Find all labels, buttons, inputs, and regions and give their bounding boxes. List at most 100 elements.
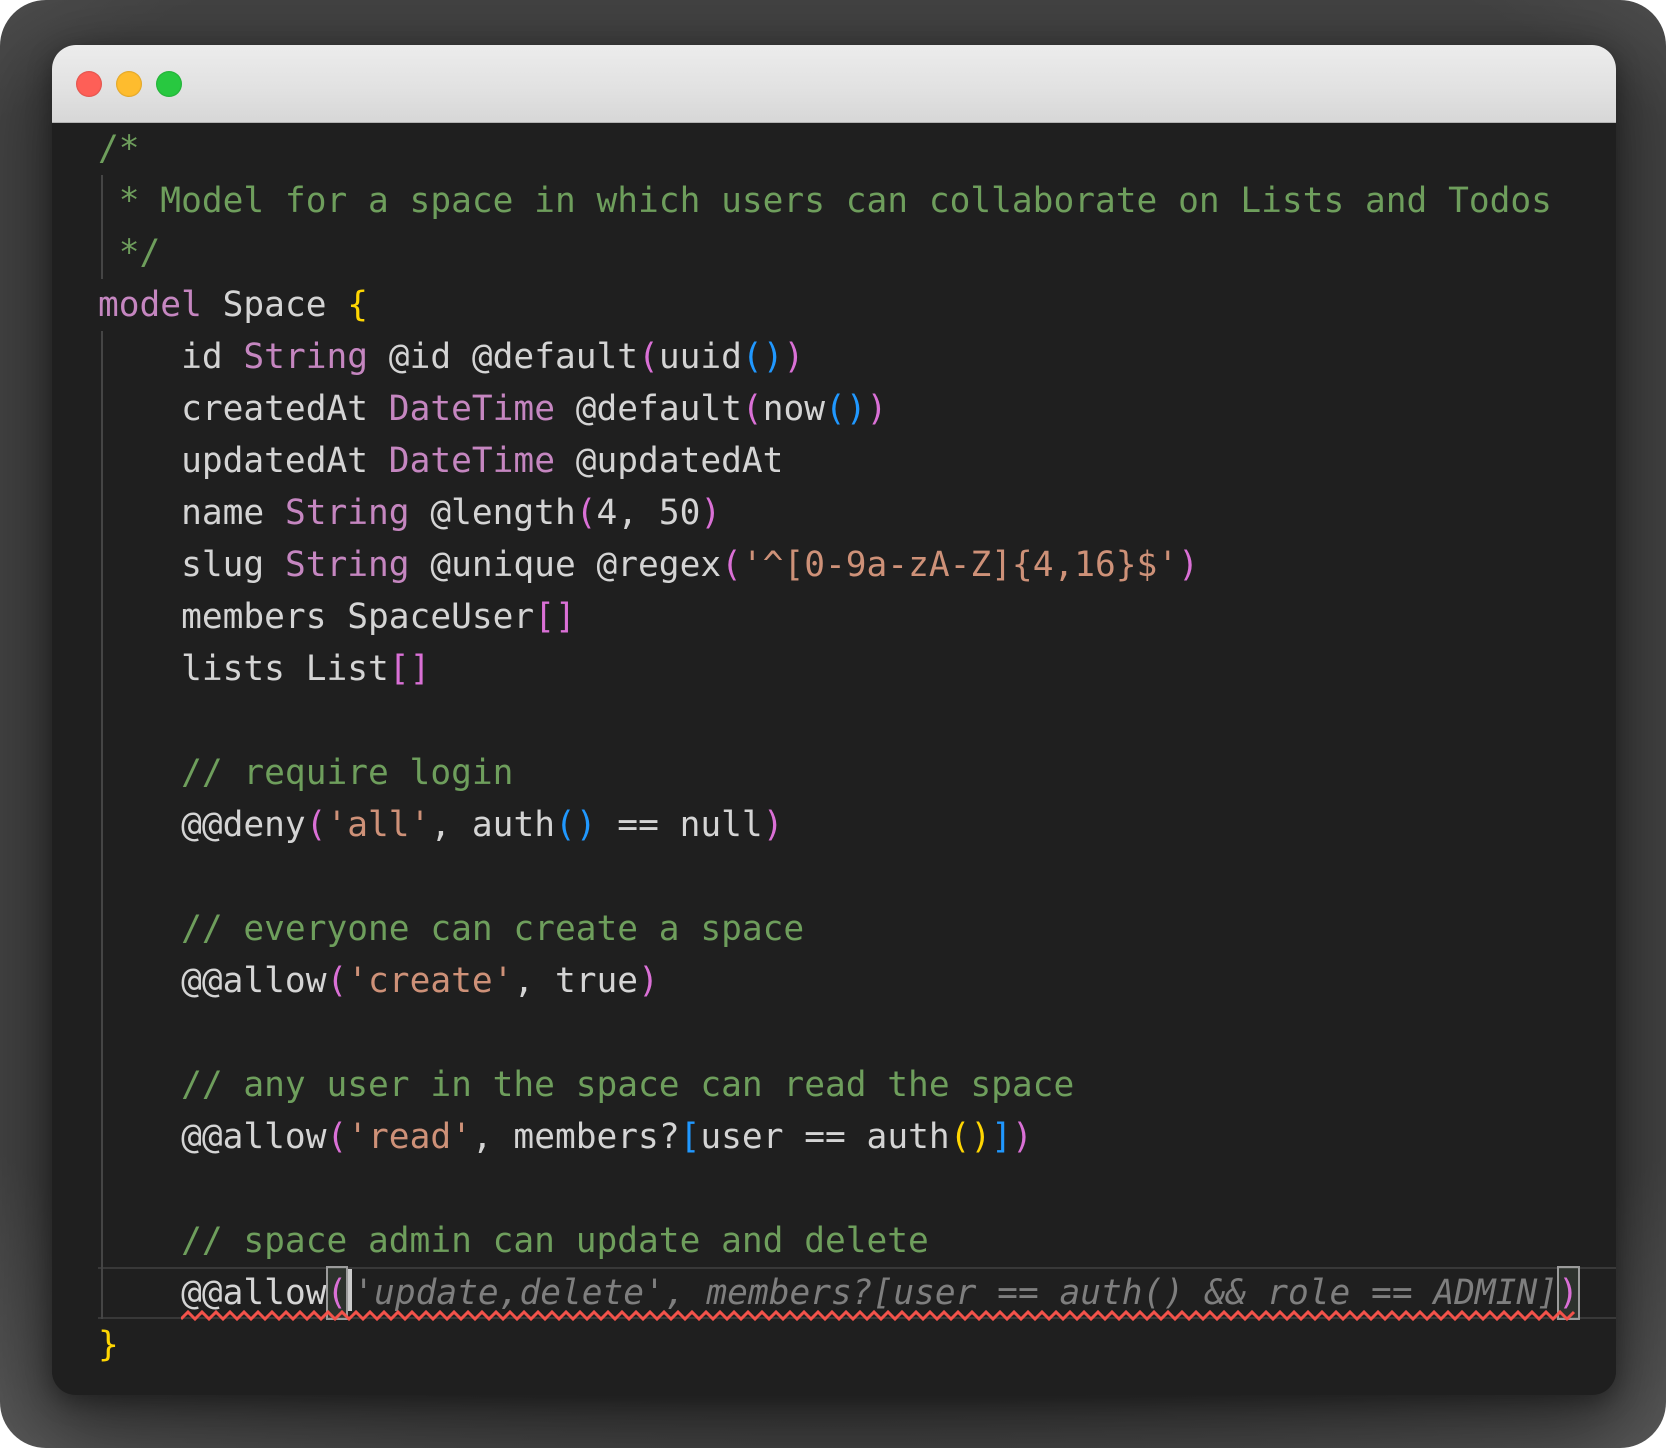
code-line[interactable]: } — [98, 1319, 1616, 1371]
indent-guide — [101, 175, 103, 279]
code-line[interactable]: model Space { — [98, 279, 1616, 331]
code-token: now — [762, 389, 825, 429]
error-squiggle-region: @@allow('update,delete', members?[user =… — [181, 1266, 1580, 1322]
code-token: [ — [679, 1117, 701, 1157]
code-token: [] — [534, 597, 576, 637]
code-token: @updatedAt — [554, 441, 784, 481]
code-token: () — [949, 1117, 992, 1157]
window-title-bar[interactable] — [52, 45, 1616, 123]
code-token: ( — [325, 1266, 349, 1320]
code-token: // any user in the space can read the sp… — [98, 1065, 1075, 1105]
code-token: user == auth — [700, 1117, 950, 1157]
code-token: uuid — [658, 337, 742, 377]
code-token: @default — [554, 389, 742, 429]
code-token: * Model for a space in which users can c… — [98, 181, 1552, 221]
code-line[interactable]: // any user in the space can read the sp… — [98, 1059, 1616, 1111]
code-line[interactable] — [98, 1007, 1616, 1059]
code-token: ( — [326, 961, 348, 1001]
code-token: ] — [991, 1117, 1012, 1157]
code-token: ( — [305, 805, 327, 845]
code-line[interactable]: updatedAt DateTime @updatedAt — [98, 435, 1616, 487]
code-line[interactable]: members SpaceUser[] — [98, 591, 1616, 643]
code-line[interactable]: createdAt DateTime @default(now()) — [98, 383, 1616, 435]
code-token: () — [554, 805, 597, 845]
minimize-button[interactable] — [116, 70, 142, 97]
code-token: // space admin can update and delete — [98, 1221, 929, 1261]
code-token: model — [98, 285, 202, 325]
code-line[interactable]: @@allow('create', true) — [98, 955, 1616, 1007]
text-cursor — [347, 1269, 353, 1311]
code-token: ) — [762, 805, 784, 845]
code-line[interactable]: // space admin can update and delete — [98, 1215, 1616, 1267]
maximize-button[interactable] — [156, 70, 182, 97]
code-token: 'all' — [326, 805, 431, 845]
code-line[interactable]: @@deny('all', auth() == null) — [98, 799, 1616, 851]
code-line[interactable]: name String @length(4, 50) — [98, 487, 1616, 539]
code-token: // require login — [98, 753, 514, 793]
code-token: 'read' — [347, 1117, 472, 1157]
code-token: ) — [1011, 1117, 1033, 1157]
code-token: () — [825, 389, 867, 429]
code-token: id — [98, 337, 244, 377]
traffic-lights — [76, 70, 182, 97]
code-token: , auth — [430, 805, 555, 845]
code-line[interactable]: // everyone can create a space — [98, 903, 1616, 955]
code-line[interactable] — [98, 1163, 1616, 1215]
code-token: { — [347, 285, 369, 325]
code-line[interactable]: /* — [98, 123, 1616, 175]
code-token: @id @default — [368, 337, 639, 377]
indent-guide — [101, 331, 103, 1319]
code-token: */ — [98, 233, 161, 273]
code-token: /* — [98, 129, 140, 169]
code-token: ( — [721, 545, 742, 585]
code-token: name — [98, 493, 285, 533]
code-token: , members? — [471, 1117, 680, 1157]
screenshot-frame: /* * Model for a space in which users ca… — [0, 0, 1666, 1448]
code-token: ) — [1557, 1266, 1580, 1320]
code-token: String — [284, 545, 410, 585]
code-token: Space — [201, 285, 348, 325]
code-token: String — [243, 337, 369, 377]
code-token: ( — [741, 389, 763, 429]
code-token: () — [741, 337, 784, 377]
code-line[interactable] — [98, 851, 1616, 903]
code-token: @unique @regex — [409, 545, 722, 585]
code-token: createdAt — [98, 389, 389, 429]
app-window: /* * Model for a space in which users ca… — [52, 45, 1616, 1395]
code-token: 4, 50 — [596, 493, 701, 533]
code-token: } — [98, 1325, 119, 1365]
code-token: updatedAt — [98, 441, 389, 481]
code-line[interactable]: @@allow('read', members?[user == auth()]… — [98, 1111, 1616, 1163]
code-line[interactable]: // require login — [98, 747, 1616, 799]
code-line[interactable]: slug String @unique @regex('^[0-9a-zA-Z]… — [98, 539, 1616, 591]
close-button[interactable] — [76, 70, 102, 97]
code-token: lists List — [98, 649, 389, 689]
code-token: ) — [700, 493, 722, 533]
code-editor[interactable]: /* * Model for a space in which users ca… — [52, 123, 1616, 1394]
code-line[interactable]: * Model for a space in which users can c… — [98, 175, 1616, 227]
code-token: ) — [638, 961, 659, 1001]
code-token: @@allow — [98, 1117, 327, 1157]
code-line[interactable] — [98, 695, 1616, 747]
code-token: @@deny — [98, 805, 306, 845]
code-line[interactable]: @@allow('update,delete', members?[user =… — [98, 1266, 1616, 1322]
code-token: , true — [513, 961, 639, 1001]
code-token: ) — [783, 337, 805, 377]
code-token: == null — [596, 805, 763, 845]
code-token: @length — [409, 493, 576, 533]
inline-suggestion-ghost-text: 'update,delete', members?[user == auth()… — [353, 1273, 1558, 1313]
code-token: 'create' — [347, 961, 514, 1001]
code-token: ( — [326, 1117, 348, 1157]
code-token: @@allow — [98, 961, 327, 1001]
code-token: DateTime — [388, 441, 555, 481]
code-token: String — [284, 493, 410, 533]
code-token: '^[0-9a-zA-Z]{4,16}$' — [741, 545, 1179, 585]
code-line[interactable]: id String @id @default(uuid()) — [98, 331, 1616, 383]
code-token: ) — [866, 389, 888, 429]
code-line[interactable]: */ — [98, 227, 1616, 279]
code-line[interactable]: lists List[] — [98, 643, 1616, 695]
code-token: ( — [638, 337, 659, 377]
code-token: ( — [575, 493, 597, 533]
code-token: [] — [388, 649, 431, 689]
code-token: @@allow — [181, 1273, 327, 1313]
